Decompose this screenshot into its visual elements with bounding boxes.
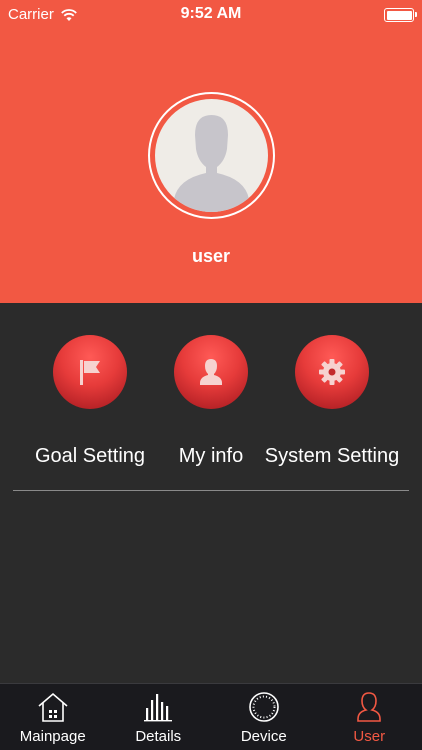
status-bar: Carrier 9:52 AM	[0, 0, 422, 30]
system-setting-action[interactable]: System Setting	[262, 335, 402, 468]
tab-device-icon-wrap	[211, 690, 317, 724]
my-info-action[interactable]: My info	[141, 335, 281, 468]
profile-header: Carrier 9:52 AM user	[0, 0, 422, 303]
tab-mainpage[interactable]: Mainpage	[0, 684, 106, 750]
user-icon	[357, 692, 382, 722]
avatar-image	[155, 99, 268, 212]
tab-mainpage-icon-wrap	[0, 690, 106, 724]
goal-setting-action[interactable]: Goal Setting	[20, 335, 160, 468]
battery-icon	[384, 8, 417, 22]
tab-mainpage-label: Mainpage	[19, 728, 86, 745]
tab-details-label: Details	[135, 728, 182, 745]
tab-bar: Mainpage Details Device User	[0, 683, 422, 750]
goal-setting-label: Goal Setting	[34, 445, 146, 467]
my-info-button[interactable]	[174, 335, 248, 409]
tab-device[interactable]: Device	[211, 684, 317, 750]
flag-icon	[80, 360, 100, 385]
status-time: 9:52 AM	[180, 5, 242, 22]
person-icon	[200, 359, 222, 385]
gear-icon	[319, 359, 345, 385]
battery-fill	[386, 10, 412, 20]
tab-user[interactable]: User	[317, 684, 422, 750]
divider	[13, 490, 409, 491]
tab-details[interactable]: Details	[106, 684, 212, 750]
tab-device-label: Device	[240, 728, 287, 745]
bar-chart-icon	[144, 694, 173, 722]
system-setting-label: System Setting	[264, 445, 400, 467]
my-info-label: My info	[178, 445, 244, 467]
device-dial-icon	[248, 692, 279, 722]
avatar[interactable]	[148, 92, 275, 219]
tab-details-icon-wrap	[106, 690, 212, 724]
goal-setting-button[interactable]	[53, 335, 127, 409]
tab-user-label: User	[353, 728, 386, 745]
username: user	[191, 246, 231, 266]
avatar-silhouette-icon	[174, 115, 249, 212]
system-setting-button[interactable]	[295, 335, 369, 409]
tab-user-icon-wrap	[317, 690, 422, 724]
house-icon	[38, 692, 68, 722]
